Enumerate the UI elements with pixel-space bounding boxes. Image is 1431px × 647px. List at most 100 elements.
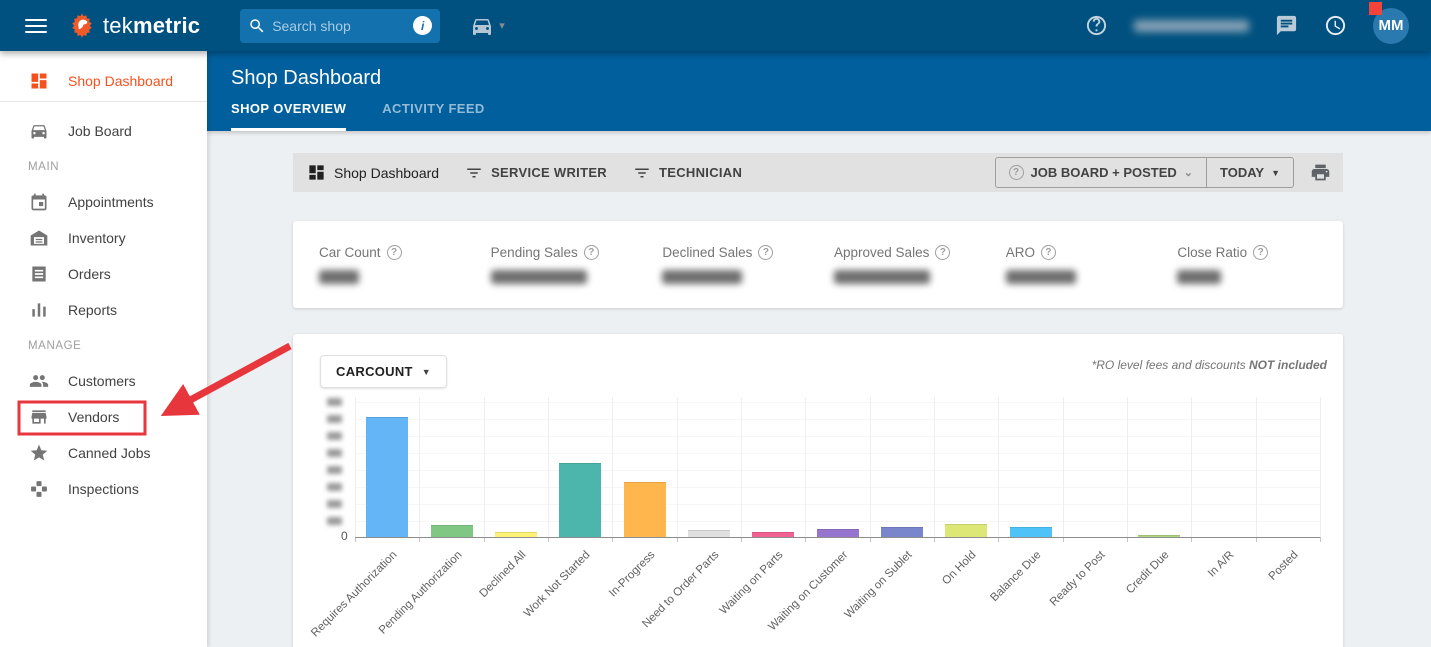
help-circle-icon: ? (1009, 165, 1024, 180)
help-circle-icon[interactable]: ? (935, 245, 950, 260)
search-info-icon[interactable]: i (413, 16, 432, 35)
kpi-declined-sales: Declined Sales? (646, 245, 818, 284)
bar-pending-authorization[interactable] (431, 525, 473, 537)
x-tick (1320, 537, 1321, 542)
help-circle-icon[interactable]: ? (1253, 245, 1268, 260)
bar-need-to-order-parts[interactable] (688, 530, 730, 537)
sidebar-item-label: Job Board (68, 123, 132, 139)
y-tick-label-redacted (327, 466, 342, 474)
gridline (355, 419, 1320, 420)
help-circle-icon[interactable]: ? (584, 245, 599, 260)
x-axis-label: Credit Due (1124, 549, 1171, 596)
search-box[interactable]: i (240, 9, 440, 43)
top-navbar: tekmetric i ▾ MM (0, 0, 1431, 51)
tab-shop-overview[interactable]: SHOP OVERVIEW (231, 101, 346, 131)
gridline (355, 402, 1320, 403)
gridline (612, 397, 613, 537)
carcount-chart-card: CARCOUNT ▼ *RO level fees and discounts … (293, 334, 1343, 647)
gridline (355, 521, 1320, 522)
bar-waiting-on-sublet[interactable] (881, 527, 923, 537)
sidebar-item-reports[interactable]: Reports (0, 292, 207, 328)
gridline (355, 470, 1320, 471)
x-axis-label: Work Not Started (522, 549, 593, 620)
orders-icon (28, 263, 50, 285)
kpi-close-ratio: Close Ratio? (1161, 245, 1333, 284)
sidebar-divider (0, 101, 207, 102)
gridline (419, 397, 420, 537)
bar-on-hold[interactable] (945, 524, 987, 537)
dashboard-icon (307, 163, 326, 182)
gridline (934, 397, 935, 537)
sidebar-item-job-board[interactable]: Job Board (0, 113, 207, 149)
page-title: Shop Dashboard (207, 51, 1431, 90)
gridline (1256, 397, 1257, 537)
sidebar-item-inventory[interactable]: Inventory (0, 220, 207, 256)
vehicle-dropdown[interactable]: ▾ (470, 14, 505, 38)
gridline (355, 397, 356, 537)
bar-balance-due[interactable] (1010, 527, 1052, 537)
filter-icon (633, 164, 651, 182)
filter-icon (465, 164, 483, 182)
kpi-value-redacted (491, 270, 587, 284)
help-icon[interactable] (1085, 14, 1108, 37)
search-input[interactable] (272, 18, 413, 34)
sidebar-item-orders[interactable]: Orders (0, 256, 207, 292)
menu-icon[interactable] (25, 19, 47, 33)
customers-icon (28, 370, 50, 392)
sidebar-item-label: Appointments (68, 194, 154, 210)
sidebar-item-canned-jobs[interactable]: Canned Jobs (0, 435, 207, 471)
bar-waiting-on-customer[interactable] (817, 529, 859, 537)
dashboard-toolbar: Shop Dashboard SERVICE WRITER TECHNICIAN (293, 153, 1343, 192)
sidebar-item-customers[interactable]: Customers (0, 363, 207, 399)
sidebar-item-appointments[interactable]: Appointments (0, 184, 207, 220)
print-icon[interactable] (1310, 162, 1331, 183)
chevron-down-icon: ▾ (499, 19, 505, 32)
x-axis-label: In-Progress (606, 549, 657, 600)
job-board-posted-dropdown[interactable]: ? JOB BOARD + POSTED ⌄ (996, 158, 1207, 187)
help-circle-icon[interactable]: ? (758, 245, 773, 260)
help-circle-icon[interactable]: ? (387, 245, 402, 260)
y-tick-label-redacted (327, 500, 342, 508)
kpi-label: Close Ratio (1177, 245, 1247, 260)
clock-icon[interactable] (1324, 14, 1347, 37)
help-circle-icon[interactable]: ? (1041, 245, 1056, 260)
sidebar-item-inspections[interactable]: Inspections (0, 471, 207, 507)
inventory-icon (28, 227, 50, 249)
sidebar-item-label: Vendors (68, 409, 119, 425)
x-axis-label: Balance Due (988, 549, 1043, 604)
gridline (805, 397, 806, 537)
bar-in-progress[interactable] (624, 482, 666, 537)
reports-icon (28, 299, 50, 321)
x-axis-label: Waiting on Sublet (842, 549, 914, 621)
y-tick-label-redacted (327, 415, 342, 423)
kpi-label: Pending Sales (491, 245, 578, 260)
tekmetric-logo[interactable]: tekmetric (67, 11, 200, 41)
gridline (677, 397, 678, 537)
kpi-aro: ARO? (990, 245, 1162, 284)
y-axis-zero-label: 0 (341, 529, 348, 543)
sidebar-item-label: Reports (68, 302, 117, 318)
kpi-label: ARO (1006, 245, 1035, 260)
kpi-label: Approved Sales (834, 245, 929, 260)
gridline (1063, 397, 1064, 537)
filter-technician[interactable]: TECHNICIAN (633, 164, 742, 182)
car-icon (28, 120, 50, 142)
bar-requires-authorization[interactable] (366, 417, 408, 537)
date-range-dropdown[interactable]: TODAY ▼ (1206, 158, 1293, 187)
shop-name-redacted[interactable] (1134, 20, 1249, 32)
sidebar-item-label: Inspections (68, 481, 139, 497)
y-tick-label-redacted (327, 432, 342, 440)
kpi-car-count: Car Count? (303, 245, 475, 284)
tab-activity-feed[interactable]: ACTIVITY FEED (382, 101, 484, 131)
x-axis-label: Ready to Post (1048, 549, 1108, 609)
sidebar-item-label: Canned Jobs (68, 445, 151, 461)
chat-icon[interactable] (1275, 14, 1298, 37)
sidebar-item-shop-dashboard[interactable]: Shop Dashboard (0, 61, 207, 101)
sidebar-item-vendors[interactable]: Vendors (0, 399, 207, 435)
x-axis-label: On Hold (940, 549, 978, 587)
bar-work-not-started[interactable] (559, 463, 601, 537)
kpi-value-redacted (834, 270, 930, 284)
toolbar-shop-dashboard[interactable]: Shop Dashboard (307, 163, 439, 182)
sidebar-section-main: MAIN (0, 149, 207, 184)
filter-service-writer[interactable]: SERVICE WRITER (465, 164, 607, 182)
